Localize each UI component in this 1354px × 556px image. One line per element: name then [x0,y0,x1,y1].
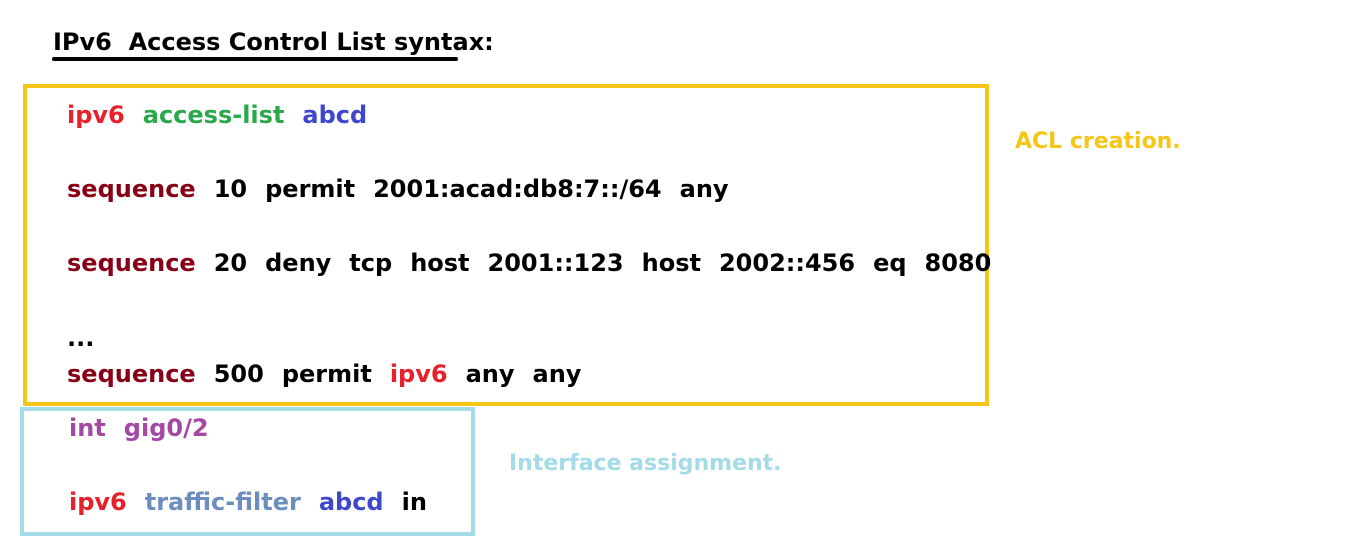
code-token: ... [67,324,95,352]
code-token: 10 [213,175,248,203]
code-token: ipv6 [67,101,125,129]
code-token: in [401,488,427,516]
code-token: host [641,249,701,277]
code-token: sequence [67,360,196,388]
code-token: permit [281,360,372,388]
acl-line-access-list: ipv6 access-list abcd [67,103,385,127]
title-underline [52,57,458,61]
acl-line-ellipsis: ... [67,326,112,350]
interface-line-int: int gig0/2 [69,416,227,440]
code-token: permit [265,175,356,203]
acl-creation-label: ACL creation. [1015,129,1181,154]
code-token: deny [265,249,332,277]
code-token: any [532,360,582,388]
acl-creation-box [23,84,989,406]
acl-line-sequence-10: sequence 10 permit 2001:acad:db8:7::/64 any [67,177,747,201]
code-token: ipv6 [389,360,448,388]
code-token: ipv6 [69,488,127,516]
code-token: 2001::123 [487,249,624,277]
code-token: host [410,249,470,277]
code-token: abcd [302,101,368,129]
code-token: any [465,360,515,388]
code-token: 8080 [924,249,992,277]
acl-line-sequence-500: sequence 500 permit ipv6 any any [67,362,599,386]
acl-line-sequence-20: sequence 20 deny tcp host 2001::123 host 2002::… [67,251,1009,275]
code-token: tcp [349,249,393,277]
code-token: 500 [213,360,264,388]
interface-assignment-label: Interface assignment. [509,451,782,476]
interface-line-traffic-filter: ipv6 traffic-filter abcd in [69,490,445,514]
page-title: IPv6 Access Control List syntax: [53,28,494,56]
code-token: traffic-filter [144,488,301,516]
code-token: sequence [67,175,196,203]
code-token: 2001:acad:db8:7::/64 [373,175,662,203]
code-token: int [69,414,106,442]
code-token: 20 [213,249,248,277]
code-token: eq [873,249,907,277]
code-token: access-list [142,101,285,129]
code-token: gig0/2 [123,414,209,442]
code-token: 2002::456 [718,249,856,277]
code-token: abcd [318,488,384,516]
code-token: sequence [67,249,196,277]
code-token: any [679,175,729,203]
